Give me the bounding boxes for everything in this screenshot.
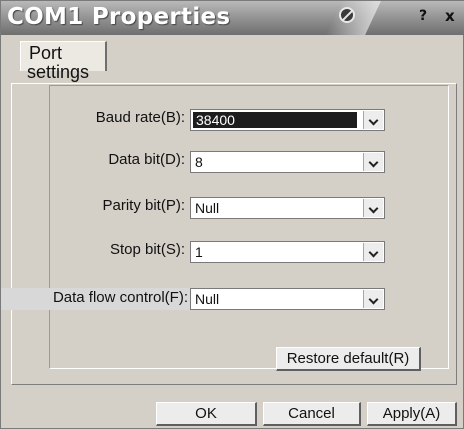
tab-label-line2: settings [27, 62, 90, 82]
apply-button[interactable]: Apply(A) [367, 402, 457, 426]
tab-label-line1: Port [29, 43, 63, 63]
flow-control-label: Data flow control(F): [52, 289, 188, 306]
com1-properties-dialog: COM1 Properties ? x Port settings Baud r… [0, 0, 464, 429]
parity-bit-value: Null [195, 200, 220, 216]
window-title: COM1 Properties [7, 4, 231, 30]
ok-button[interactable]: OK [156, 402, 257, 426]
data-bit-select[interactable]: 8 [190, 151, 385, 173]
chevron-down-icon[interactable] [363, 111, 383, 129]
baud-rate-label: Baud rate(B): [95, 109, 185, 126]
chevron-down-icon[interactable] [363, 199, 383, 217]
stop-bit-label: Stop bit(S): [109, 241, 185, 258]
close-icon[interactable]: x [445, 7, 455, 25]
restore-default-button[interactable]: Restore default(R) [276, 347, 421, 371]
flow-control-value: Null [195, 291, 220, 307]
baud-rate-value: 38400 [193, 112, 357, 128]
help-icon[interactable]: ? [419, 8, 427, 24]
chevron-down-icon[interactable] [363, 153, 383, 171]
baud-rate-select[interactable]: 38400 [190, 109, 385, 131]
parity-bit-label: Parity bit(P): [102, 197, 185, 214]
chevron-down-icon[interactable] [363, 243, 383, 261]
cancel-button[interactable]: Cancel [263, 402, 361, 426]
flow-control-select[interactable]: Null [190, 288, 385, 310]
parity-bit-select[interactable]: Null [190, 197, 385, 219]
chevron-down-icon[interactable] [363, 290, 383, 308]
data-bit-label: Data bit(D): [108, 151, 185, 168]
settings-icon[interactable] [339, 7, 355, 23]
title-bar[interactable]: COM1 Properties ? x [1, 1, 464, 35]
stop-bit-select[interactable]: 1 [190, 241, 385, 263]
stop-bit-value: 1 [195, 244, 203, 260]
data-bit-value: 8 [195, 154, 203, 170]
